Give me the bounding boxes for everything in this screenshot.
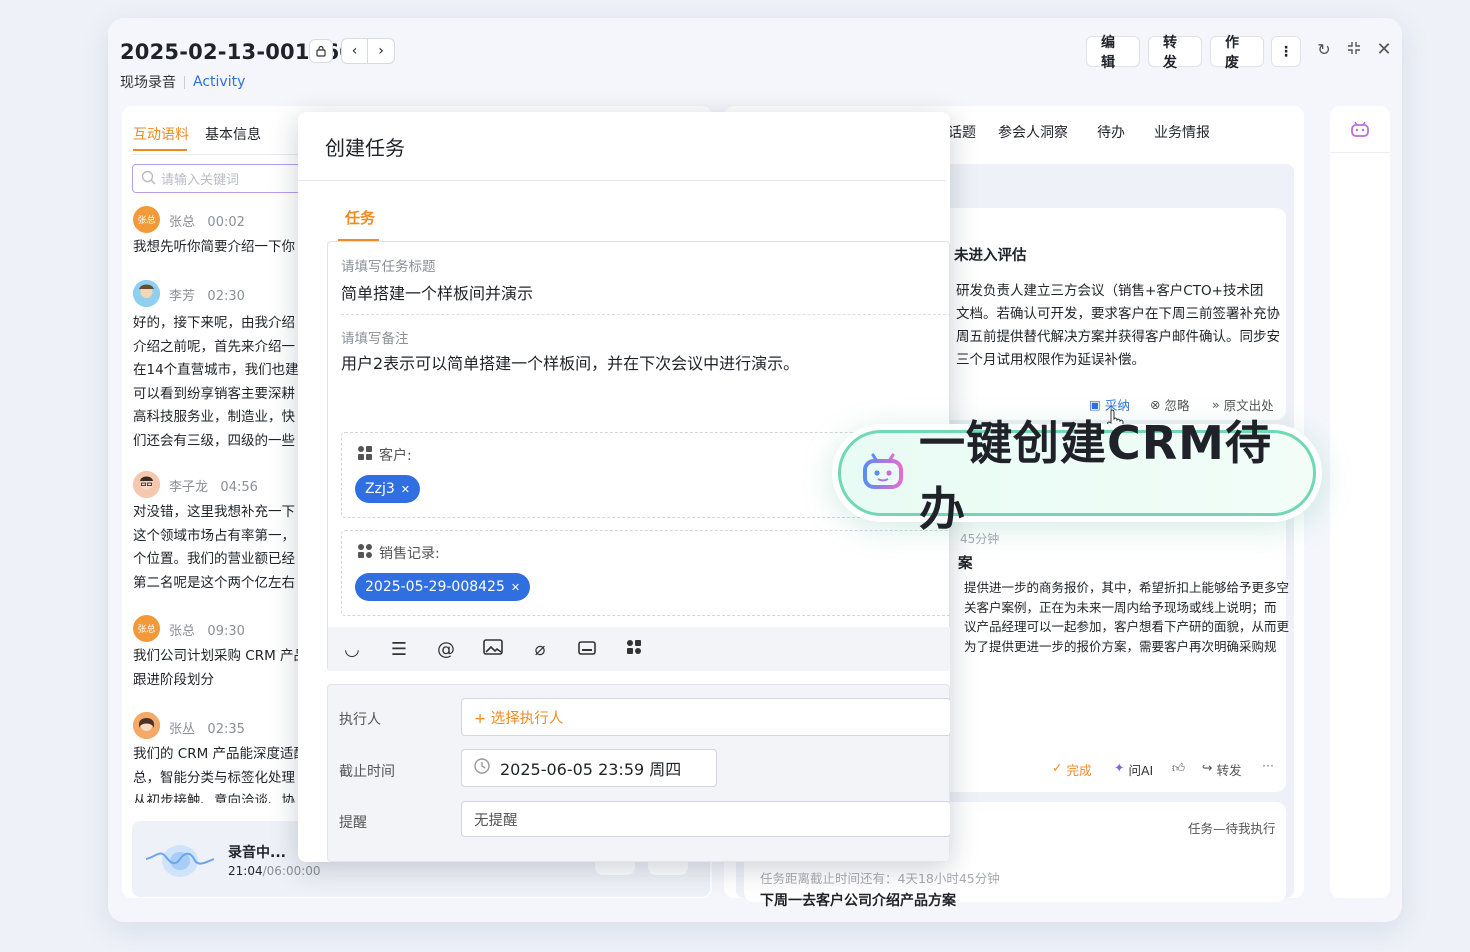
tab-topics[interactable]: 话题 (948, 122, 976, 142)
customer-chip[interactable]: Zzj3 ✕ (355, 475, 420, 503)
avatar: 张总 (133, 206, 160, 233)
active-tab-indicator (133, 149, 187, 151)
assignee-label: 执行人 (339, 712, 381, 728)
speaker-name: 李芳 02:30 (169, 289, 245, 304)
forward-button[interactable]: 转发 (1148, 35, 1202, 71)
ai-bot-icon (861, 451, 905, 495)
avatar (133, 712, 160, 739)
chevron-right-icon[interactable]: › (368, 39, 394, 63)
sales-record-field: 销售记录: 2025-05-29-008425 ✕ (341, 530, 950, 616)
divider (1330, 152, 1390, 153)
waveform-icon (144, 835, 216, 887)
chevron-left-icon[interactable]: ‹ (342, 39, 368, 63)
ask-ai-button[interactable]: ✦ 问AI (1114, 760, 1153, 779)
message-text: 我想先听你简要介绍一下你 (133, 239, 295, 255)
card-title: 未进入评估 (954, 248, 1027, 264)
task-body: 提供进一步的商务报价，其中，希望折扣上能够给予更多空 关客户案例，正在为未来一周内… (964, 580, 1290, 654)
editor-toolbar: ◡ ☰ @ ⌀ (328, 627, 950, 671)
record-nav: ‹ › (341, 38, 395, 64)
message-text: 好的，接下来呢，由我介绍 介绍之前呢，首先来介绍一 在14个直营城市，我们也建 可以看… (133, 315, 299, 449)
collapse-icon[interactable] (1344, 40, 1364, 59)
divider (184, 75, 185, 89)
search-placeholder: 请输入关键词 (161, 173, 240, 188)
void-button[interactable]: 作废 (1210, 35, 1264, 71)
check-circle-icon: ✓ (1052, 760, 1063, 775)
emoji-icon[interactable]: ◡ (340, 639, 364, 660)
card-body: 研发负责人建立三方会议（销售+客户CTO+技术团 文档。若确认可开发，要求客户在下… (956, 283, 1280, 368)
task-title-input[interactable]: 简单搭建一个样板间并演示 (341, 280, 533, 304)
search-icon (141, 170, 156, 189)
activity-link[interactable]: Activity (193, 74, 245, 90)
avatar (133, 280, 160, 307)
image-icon[interactable] (481, 638, 505, 660)
tab-transcript[interactable]: 互动语料 (133, 124, 189, 144)
share-icon: ↪ (1202, 760, 1213, 775)
deadline-label: 截止时间 (339, 764, 395, 780)
more-icon[interactable]: ··· (1262, 758, 1274, 773)
close-icon[interactable]: ✕ (1374, 39, 1394, 60)
attachment-icon[interactable]: ⌀ (528, 639, 552, 660)
reminder-select[interactable]: 无提醒 (461, 801, 950, 837)
task-meta: 任务距离截止时间还有：4天18小时45分钟 (760, 871, 1000, 886)
speaker-name: 张丛 02:35 (169, 722, 245, 737)
sales-record-icon (357, 543, 373, 563)
message-text: 我们公司计划采购 CRM 产品 跟进阶段划分 (133, 648, 308, 688)
task-title: 下周一去客户公司介绍产品方案 (760, 893, 956, 909)
sparkle-icon: ✦ (1114, 760, 1125, 775)
lock-icon[interactable] (309, 39, 333, 63)
like-icon[interactable]: 👍︎ (1172, 760, 1185, 776)
tab-todo[interactable]: 待办 (1097, 122, 1125, 142)
task-title: 案 (958, 556, 973, 572)
task-settings: 执行人 + 选择执行人 截止时间 2025-06-05 23:59 周四 提醒 … (327, 684, 950, 862)
message-text: 我们的 CRM 产品能深度适配 总，智能分类与标签化处理 从初步接触、意向洽谈、协 (133, 746, 308, 803)
ai-bot-icon[interactable] (1350, 120, 1370, 142)
forward-task-button[interactable]: ↪ 转发 (1202, 760, 1242, 779)
feature-badge-inner: 一键创建CRM待办 (838, 416, 1316, 536)
note-label: 请填写备注 (341, 331, 409, 347)
avatar (133, 471, 160, 498)
ai-sidebar (1330, 106, 1390, 898)
feature-badge: 一键创建CRM待办 (832, 416, 1322, 536)
note-textarea[interactable]: 用户2表示可以简单搭建一个样板间，并在下次会议中进行演示。 (341, 350, 799, 374)
clock-icon (474, 758, 490, 778)
tab-attendee-insight[interactable]: 参会人洞察 (998, 122, 1068, 142)
remove-icon[interactable]: ✕ (401, 483, 410, 496)
avatar: 张总 (133, 615, 160, 642)
refresh-icon[interactable]: ↻ (1314, 40, 1334, 59)
more-vertical-icon[interactable]: ⋮ (1271, 36, 1301, 67)
keyboard-icon[interactable] (575, 639, 599, 660)
tab-business-intel[interactable]: 业务情报 (1154, 122, 1210, 142)
recording-label: 录音中... (228, 845, 286, 861)
feature-badge-text: 一键创建CRM待办 (919, 416, 1272, 536)
apps-icon[interactable] (622, 639, 646, 660)
sales-record-label: 销售记录: (357, 543, 440, 563)
customer-icon (357, 445, 373, 465)
mention-icon[interactable]: @ (434, 639, 458, 660)
customer-label: 客户: (357, 445, 412, 465)
assignee-picker[interactable]: + 选择执行人 (461, 698, 950, 736)
tab-task[interactable]: 任务 (345, 207, 375, 228)
record-subtitle: 现场录音 Activity (120, 72, 245, 92)
speaker-name: 张总 00:02 (169, 215, 245, 230)
complete-button[interactable]: ✓ 完成 (1052, 760, 1092, 779)
deadline-picker[interactable]: 2025-06-05 23:59 周四 (461, 749, 717, 787)
tab-basic-info[interactable]: 基本信息 (205, 124, 261, 144)
message-text: 对没错，这里我想补充一下 这个领域市场占有率第一， 个位置。我们的营业额已经 第二名呢… (133, 504, 295, 591)
reminder-label: 提醒 (339, 815, 367, 831)
speaker-name: 张总 09:30 (169, 624, 245, 639)
task-title-label: 请填写任务标题 (341, 259, 436, 275)
remove-icon[interactable]: ✕ (511, 581, 520, 594)
task-status: 任务—待我执行 (1188, 821, 1276, 836)
edit-button[interactable]: 编辑 (1086, 35, 1140, 71)
record-type: 现场录音 (120, 75, 176, 91)
sales-record-chip[interactable]: 2025-05-29-008425 ✕ (355, 573, 531, 601)
divider (298, 180, 946, 181)
divider (341, 314, 950, 315)
modal-title: 创建任务 (325, 136, 405, 160)
list-icon[interactable]: ☰ (387, 639, 411, 660)
recording-time: 21:04/06:00:00 (228, 864, 321, 878)
speaker-name: 李子龙 04:56 (169, 480, 258, 495)
